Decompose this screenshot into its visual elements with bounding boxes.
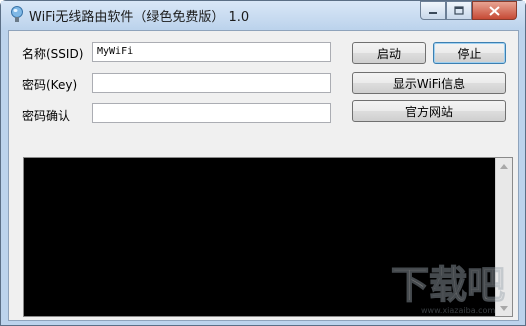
ssid-label: 名称(SSID) [22, 47, 84, 61]
ssid-input[interactable]: MyWiFi [92, 42, 331, 62]
maximize-icon [454, 6, 464, 15]
watermark-text: 下载吧 [391, 263, 505, 307]
confirm-input[interactable] [92, 103, 331, 123]
scroll-up-button[interactable] [496, 158, 512, 174]
key-label: 密码(Key) [22, 78, 78, 92]
app-bulb-icon [11, 6, 23, 22]
official-website-button[interactable]: 官方网站 [352, 100, 506, 122]
watermark-url: www.xiazaiba.com [421, 306, 495, 315]
scroll-up-icon [500, 163, 508, 169]
app-window: WiFi无线路由软件（绿色免费版） 1.0 名称(SSID) MyWiFi 启动… [0, 0, 526, 326]
window-title: WiFi无线路由软件（绿色免费版） 1.0 [29, 10, 250, 25]
ssid-value: MyWiFi [97, 46, 134, 57]
maximize-button[interactable] [446, 1, 472, 20]
close-icon [489, 5, 500, 16]
title-bar[interactable]: WiFi无线路由软件（绿色免费版） 1.0 [1, 1, 525, 29]
minimize-button[interactable] [420, 1, 446, 20]
minimize-icon [429, 11, 437, 14]
close-button[interactable] [472, 1, 517, 20]
start-button[interactable]: 启动 [352, 42, 426, 64]
stop-button[interactable]: 停止 [433, 42, 506, 64]
key-input[interactable] [92, 73, 331, 93]
confirm-label: 密码确认 [22, 109, 71, 123]
show-wifi-info-button[interactable]: 显示WiFi信息 [352, 72, 506, 94]
watermark-logo: 下载吧 www.xiazaiba.com [381, 256, 521, 316]
